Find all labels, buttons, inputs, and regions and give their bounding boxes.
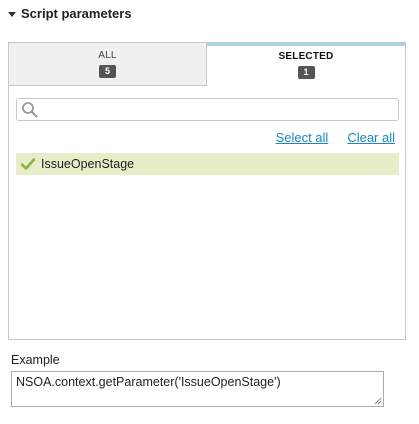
example-label: Example bbox=[11, 353, 60, 367]
tab-selected-count-badge: 1 bbox=[297, 66, 315, 79]
select-all-link[interactable]: Select all bbox=[276, 130, 329, 145]
section-header-script-parameters[interactable]: Script parameters bbox=[8, 6, 132, 21]
tab-all-label: ALL bbox=[98, 50, 117, 61]
example-text: NSOA.context.getParameter('IssueOpenStag… bbox=[16, 375, 281, 389]
search-box bbox=[16, 98, 399, 121]
check-icon bbox=[21, 158, 35, 170]
tab-selected-label: SELECTED bbox=[278, 51, 334, 62]
selection-actions: Select all Clear all bbox=[276, 130, 395, 145]
clear-all-link[interactable]: Clear all bbox=[347, 130, 395, 145]
resize-grip-icon[interactable] bbox=[373, 396, 382, 405]
tab-selected[interactable]: SELECTED 1 bbox=[207, 43, 405, 86]
search-icon bbox=[22, 102, 38, 118]
list-item[interactable]: IssueOpenStage bbox=[16, 153, 399, 175]
tab-all[interactable]: ALL 5 bbox=[9, 43, 207, 86]
caret-down-icon bbox=[8, 11, 16, 17]
example-textarea[interactable]: NSOA.context.getParameter('IssueOpenStag… bbox=[11, 371, 384, 407]
list-item-label: IssueOpenStage bbox=[41, 157, 135, 171]
tab-bar: ALL 5 SELECTED 1 bbox=[9, 43, 405, 86]
parameters-panel: ALL 5 SELECTED 1 Select all Clear all Is… bbox=[8, 42, 406, 340]
tab-all-count-badge: 5 bbox=[99, 65, 116, 78]
search-input[interactable] bbox=[41, 100, 391, 119]
section-title: Script parameters bbox=[21, 6, 132, 21]
